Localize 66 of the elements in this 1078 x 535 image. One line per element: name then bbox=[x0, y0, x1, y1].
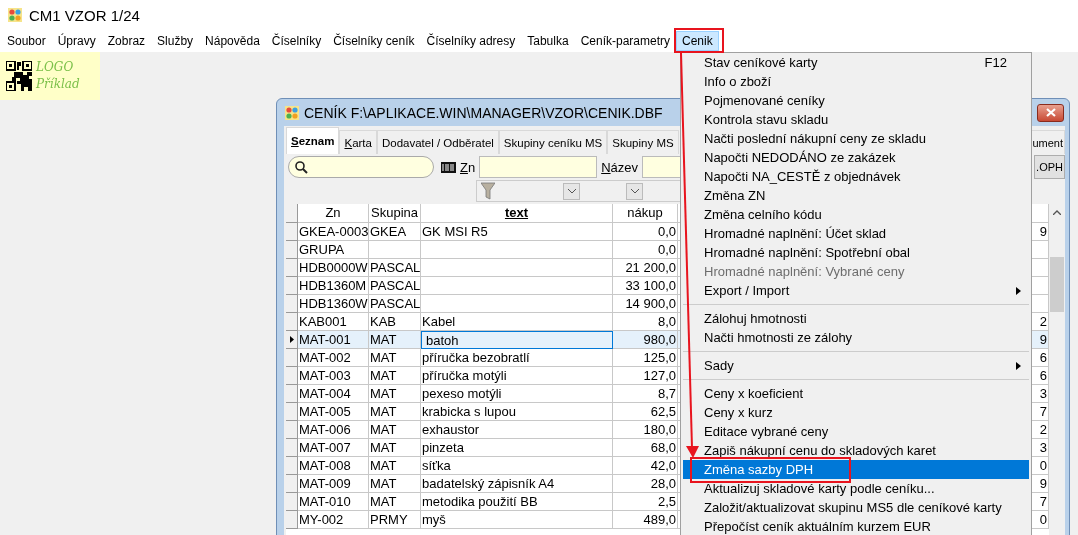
table-cell: 42,0 bbox=[613, 457, 678, 475]
table-cell: síťka bbox=[421, 457, 613, 475]
window-title: CENÍK F:\APLIKACE.WIN\MANAGER\VZOR\CENIK.DBF bbox=[304, 104, 663, 121]
table-cell: MAT bbox=[369, 439, 421, 457]
table-cell: 28,0 bbox=[613, 475, 678, 493]
table-cell: 14 900,0 bbox=[613, 295, 678, 313]
table-cell: MAT-002 bbox=[298, 349, 369, 367]
table-cell: MAT-006 bbox=[298, 421, 369, 439]
table-cell: MAT-008 bbox=[298, 457, 369, 475]
table-cell: 68,0 bbox=[613, 439, 678, 457]
table-cell: MAT-005 bbox=[298, 403, 369, 421]
table-cell: 180,0 bbox=[613, 421, 678, 439]
table-cell: MAT bbox=[369, 403, 421, 421]
table-cell: MAT-007 bbox=[298, 439, 369, 457]
table-cell: Kabel bbox=[421, 313, 613, 331]
field-label: Název bbox=[601, 159, 639, 175]
table-cell: MAT bbox=[369, 475, 421, 493]
table-cell: 489,0 bbox=[613, 511, 678, 529]
table-cell: MY-002 bbox=[298, 511, 369, 529]
table-cell: 127,0 bbox=[613, 367, 678, 385]
field-label: Zn bbox=[460, 159, 476, 175]
table-cell: HDB1360W bbox=[298, 295, 369, 313]
table-cell: PASCAL bbox=[369, 259, 421, 277]
table-cell: 33 100,0 bbox=[613, 277, 678, 295]
table-cell: příručka bezobratlí bbox=[421, 349, 613, 367]
table-cell: MAT bbox=[369, 421, 421, 439]
table-cell: 62,5 bbox=[613, 403, 678, 421]
table-cell: GK MSI R5 bbox=[421, 223, 613, 241]
table-cell: MAT bbox=[369, 457, 421, 475]
table-cell: příručka motýli bbox=[421, 367, 613, 385]
table-cell: MAT bbox=[369, 493, 421, 511]
table-cell: GKEA-0003 bbox=[298, 223, 369, 241]
table-cell: krabicka s lupou bbox=[421, 403, 613, 421]
window-title: CM1 VZOR 1/24 bbox=[29, 6, 140, 24]
table-cell: 21 200,0 bbox=[613, 259, 678, 277]
table-cell: 980,0 bbox=[613, 331, 678, 349]
table-cell: batoh bbox=[421, 331, 613, 349]
table-cell: 125,0 bbox=[613, 349, 678, 367]
table-cell: HDB0000W bbox=[298, 259, 369, 277]
table-cell: 0,0 bbox=[613, 223, 678, 241]
table-cell: MAT-001 bbox=[298, 331, 369, 349]
table-cell: 0,0 bbox=[613, 241, 678, 259]
table-cell: 2,5 bbox=[613, 493, 678, 511]
table-cell: myš bbox=[421, 511, 613, 529]
table-cell: PASCAL bbox=[369, 295, 421, 313]
table-cell: MAT-010 bbox=[298, 493, 369, 511]
table-cell: PRMY bbox=[369, 511, 421, 529]
table-cell: MAT-009 bbox=[298, 475, 369, 493]
table-cell: MAT bbox=[369, 331, 421, 349]
table-cell: pinzeta bbox=[421, 439, 613, 457]
logo-text: Příklad bbox=[36, 76, 80, 93]
table-cell: MAT bbox=[369, 385, 421, 403]
logo-text: LOGO bbox=[36, 59, 75, 76]
table-cell: exhaustor bbox=[421, 421, 613, 439]
table-cell: GKEA bbox=[369, 223, 421, 241]
table-cell: MAT bbox=[369, 349, 421, 367]
table-cell: MAT-004 bbox=[298, 385, 369, 403]
table-cell: GRUPA bbox=[298, 241, 369, 259]
table-cell: pexeso motýli bbox=[421, 385, 613, 403]
table-cell: badatelský zápisník A4 bbox=[421, 475, 613, 493]
table-cell: 8,7 bbox=[613, 385, 678, 403]
table-cell: MAT bbox=[369, 367, 421, 385]
table-cell: PASCAL bbox=[369, 277, 421, 295]
table-cell: MAT-003 bbox=[298, 367, 369, 385]
table-cell: HDB1360M bbox=[298, 277, 369, 295]
table-cell: metodika použití BB bbox=[421, 493, 613, 511]
